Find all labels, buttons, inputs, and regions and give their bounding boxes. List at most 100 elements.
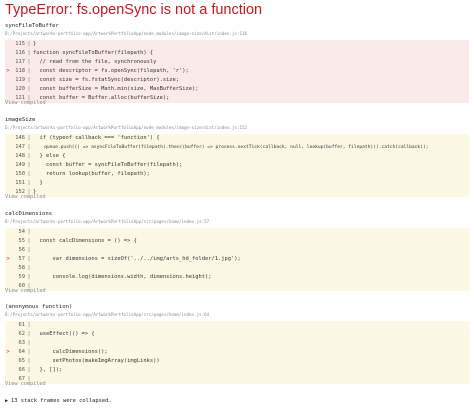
gutter-separator: |: [27, 274, 31, 280]
line-number: 61: [18, 322, 26, 328]
view-compiled-link[interactable]: View compiled: [5, 194, 46, 200]
gutter-separator: |: [27, 50, 31, 56]
code-line: 67 |: [5, 375, 469, 384]
frame-function-name: syncFileToBuffer: [5, 23, 59, 29]
code-line: 119 | const size = fs.fstatSync(descripto…: [5, 76, 469, 85]
line-number: 63: [18, 340, 26, 346]
gutter-separator: |: [27, 68, 31, 74]
code-line: 121 | const buffer = Buffer.alloc(bufferS…: [5, 94, 469, 103]
source-code: const calcDimensions = () => {: [33, 238, 137, 244]
source-code: }: [33, 41, 37, 47]
line-number: 54: [18, 229, 26, 235]
source-code: var dimensions = sizeOf('../../img/arts_…: [33, 256, 241, 262]
gutter-separator: |: [27, 331, 31, 337]
code-line: 149 | const buffer = syncFileToBuffer(fil…: [5, 161, 469, 170]
source-code: // read from the file, synchronously: [33, 59, 157, 65]
line-number: 149: [15, 162, 25, 168]
view-compiled-link[interactable]: View compiled: [5, 381, 46, 387]
code-line: 65 | setPhotos(makeImgArray(imgLinks)): [5, 357, 469, 366]
source-code: const descriptor = fs.openSync(filepath,…: [33, 68, 189, 74]
error-title: TypeError: fs.openSync is not a function: [5, 2, 263, 18]
code-line: 115 |}: [5, 40, 469, 49]
gutter-separator: |: [27, 180, 31, 186]
line-number: 55: [18, 238, 26, 244]
code-line: 60 |: [5, 282, 469, 291]
source-code: function syncFileToBuffer(filepath) {: [33, 50, 154, 56]
frame-function-name: calcDimensions: [5, 211, 53, 217]
collapsed-frames-toggle[interactable]: ▶ 13 stack frames were collapsed.: [5, 398, 112, 404]
code-line: 61 |: [5, 321, 469, 330]
code-snippet: 61 | 62 | useEffect(() => { 63 | >64 | calcD…: [5, 321, 469, 384]
gutter-separator: |: [27, 238, 31, 244]
line-number: 59: [18, 274, 26, 280]
source-code: }: [33, 180, 43, 186]
code-line: 66 | }, []);: [5, 366, 469, 375]
gutter-separator: |: [27, 349, 31, 355]
gutter-separator: |: [27, 265, 31, 271]
line-number: 57: [18, 256, 26, 262]
source-code: const buffer = Buffer.alloc(bufferSize);: [33, 95, 170, 101]
code-line: >118 | const descriptor = fs.openSync(fil…: [5, 67, 469, 76]
line-number: 150: [15, 171, 25, 177]
code-line: 59 | console.log(dimensions.width, dimens…: [5, 273, 469, 282]
line-number: 119: [15, 77, 25, 83]
gutter-separator: |: [27, 41, 31, 47]
source-code: const bufferSize = Math.min(size, MaxBuf…: [33, 86, 199, 92]
frame-function-name: (anonymous function): [5, 304, 73, 310]
code-line: 146 | if (typeof callback === 'function')…: [5, 134, 469, 143]
code-line: >57 | var dimensions = sizeOf('../../img/…: [5, 255, 469, 264]
gutter-separator: |: [27, 256, 31, 262]
gutter-separator: |: [27, 358, 31, 364]
source-code: return lookup(buffer, filepath);: [33, 171, 150, 177]
frame-file-path[interactable]: D:/Projects/artworks-portfolio-app/Artwo…: [5, 125, 247, 130]
line-number: 66: [18, 367, 26, 373]
code-line: 54 |: [5, 228, 469, 237]
source-code: console.log(dimensions.width, dimensions…: [33, 274, 212, 280]
gutter-separator: |: [27, 135, 31, 141]
source-code: const buffer = syncFileToBuffer(filepath…: [33, 162, 183, 168]
line-number: 116: [15, 50, 25, 56]
view-compiled-link[interactable]: View compiled: [5, 100, 46, 106]
source-code: const size = fs.fstatSync(descriptor).si…: [33, 77, 180, 83]
error-overlay: TypeError: fs.openSync is not a function…: [0, 0, 474, 409]
source-code: setPhotos(makeImgArray(imgLinks)): [33, 358, 160, 364]
gutter-separator: |: [27, 144, 31, 150]
frame-file-path[interactable]: D:/Projects/artworks-portfolio-app/Artwo…: [5, 312, 209, 317]
line-number: 120: [15, 86, 25, 92]
gutter-separator: |: [27, 171, 31, 177]
line-number: 58: [18, 265, 26, 271]
gutter-separator: |: [27, 367, 31, 373]
source-code: }, []);: [33, 367, 63, 373]
code-line: 147 | queue.push(() => asyncFileToBuffer(…: [5, 143, 469, 152]
line-number: 151: [15, 180, 25, 186]
line-number: 117: [15, 59, 25, 65]
frame-file-path[interactable]: D:/Projects/artworks-portfolio-app/Artwo…: [5, 31, 247, 36]
source-code: calcDimensions();: [33, 349, 108, 355]
line-number: 115: [15, 41, 25, 47]
gutter-separator: |: [27, 153, 31, 159]
source-code: useEffect(() => {: [33, 331, 95, 337]
source-code: } else {: [33, 153, 66, 159]
frame-function-name: imageSize: [5, 117, 36, 123]
code-line: 150 | return lookup(buffer, filepath);: [5, 170, 469, 179]
code-line: 56 |: [5, 246, 469, 255]
code-line: 55 | const calcDimensions = () => {: [5, 237, 469, 246]
view-compiled-link[interactable]: View compiled: [5, 288, 46, 294]
line-number: 65: [18, 358, 26, 364]
code-line: 152 |}: [5, 188, 469, 197]
line-number: 148: [15, 153, 25, 159]
code-line: >64 | calcDimensions();: [5, 348, 469, 357]
gutter-separator: |: [27, 162, 31, 168]
gutter-separator: |: [27, 340, 31, 346]
frame-file-path[interactable]: D:/Projects/artworks-portfolio-app/Artwo…: [5, 219, 209, 224]
gutter-separator: |: [27, 322, 31, 328]
line-number: 146: [15, 135, 25, 141]
code-line: 62 | useEffect(() => {: [5, 330, 469, 339]
code-snippet: 146 | if (typeof callback === 'function')…: [5, 134, 469, 197]
collapsed-frames-label: 13 stack frames were collapsed.: [11, 398, 112, 404]
code-line: 148 | } else {: [5, 152, 469, 161]
line-number: 64: [18, 349, 26, 355]
code-line: 116 | function syncFileToBuffer(filepath) …: [5, 49, 469, 58]
code-line: 151 | }: [5, 179, 469, 188]
gutter-separator: |: [27, 86, 31, 92]
